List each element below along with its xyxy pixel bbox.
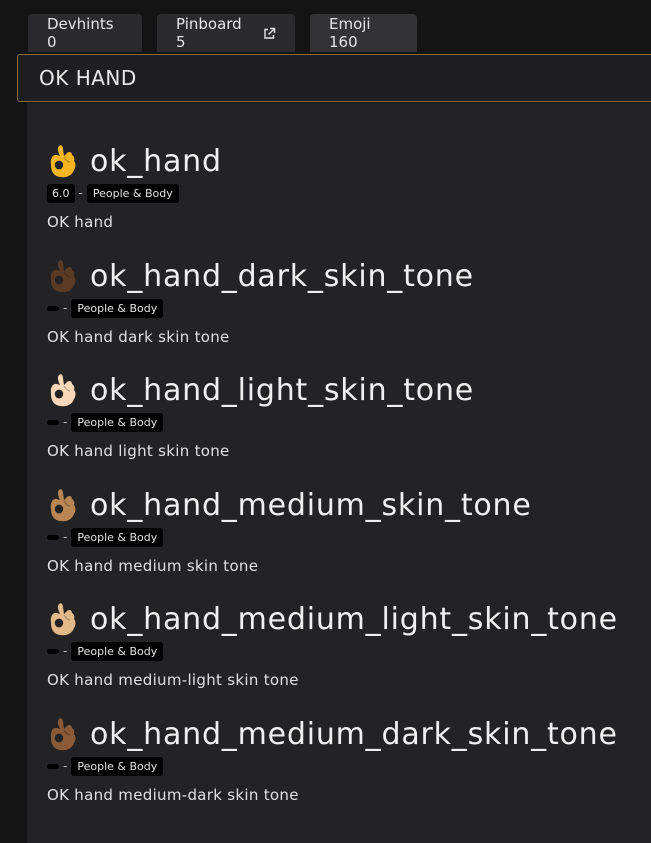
ok-hand-emoji-icon [47,258,77,294]
search-box [17,54,651,102]
category-badge: People & Body [71,641,164,661]
emoji-description: OK hand dark skin tone [47,328,230,346]
meta-separator: - [63,415,68,429]
meta-separator: - [78,186,83,200]
category-badge: People & Body [86,183,179,203]
version-badge [47,305,59,311]
emoji-description: OK hand [47,213,114,231]
source-tabs: Devhints 0 Pinboard 5 Emoji 160 [28,14,417,52]
category-badge: People & Body [71,756,164,776]
emoji-name: ok_hand_dark_skin_tone [90,258,474,294]
meta-separator: - [63,301,68,315]
ok-hand-emoji-icon [47,143,77,179]
category-badge: People & Body [71,527,164,547]
search-input[interactable] [39,66,599,90]
meta-separator: - [63,759,68,773]
emoji-name: ok_hand_medium_dark_skin_tone [90,716,618,752]
category-badge: People & Body [71,412,164,432]
version-badge: 6.0 [47,183,75,203]
emoji-name: ok_hand_light_skin_tone [90,372,475,408]
emoji-name: ok_hand [90,143,222,179]
result-title[interactable]: ok_hand_medium_light_skin_tone [47,599,618,639]
result-title[interactable]: ok_hand_light_skin_tone [47,370,474,410]
emoji-description: OK hand light skin tone [47,442,230,460]
version-badge [47,763,59,769]
result-item[interactable]: ok_hand_medium_dark_skin_tone - People &… [47,714,618,804]
version-badge [47,419,59,425]
meta-separator: - [63,530,68,544]
version-badge [47,534,59,540]
tab-devhints-label: Devhints 0 [47,15,114,51]
ok-hand-emoji-icon [47,601,77,637]
emoji-name: ok_hand_medium_light_skin_tone [90,601,618,637]
result-item[interactable]: ok_hand 6.0 - People & Body OK hand [47,141,222,231]
emoji-description: OK hand medium-dark skin tone [47,786,299,804]
ok-hand-emoji-icon [47,716,77,752]
result-meta: - People & Body [47,298,474,318]
emoji-description: OK hand medium-light skin tone [47,671,299,689]
result-meta: - People & Body [47,527,532,547]
meta-separator: - [63,644,68,658]
result-title[interactable]: ok_hand_medium_dark_skin_tone [47,714,618,754]
result-item[interactable]: ok_hand_dark_skin_tone - People & Body O… [47,256,474,346]
category-badge: People & Body [71,298,164,318]
result-title[interactable]: ok_hand [47,141,222,181]
result-item[interactable]: ok_hand_medium_light_skin_tone - People … [47,599,618,689]
tab-pinboard[interactable]: Pinboard 5 [157,14,295,52]
emoji-description: OK hand medium skin tone [47,557,259,575]
result-title[interactable]: ok_hand_medium_skin_tone [47,485,532,525]
tab-pinboard-label: Pinboard 5 [176,15,242,51]
tab-emoji-label: Emoji 160 [329,15,371,51]
external-link-icon[interactable] [263,27,276,40]
tab-devhints[interactable]: Devhints 0 [28,14,142,52]
result-meta: - People & Body [47,756,618,776]
tab-emoji[interactable]: Emoji 160 [310,14,417,52]
result-item[interactable]: ok_hand_medium_skin_tone - People & Body… [47,485,532,575]
emoji-name: ok_hand_medium_skin_tone [90,487,532,523]
result-meta: - People & Body [47,641,618,661]
ok-hand-emoji-icon [47,487,77,523]
result-meta: - People & Body [47,412,474,432]
result-item[interactable]: ok_hand_light_skin_tone - People & Body … [47,370,474,460]
version-badge [47,648,59,654]
result-title[interactable]: ok_hand_dark_skin_tone [47,256,474,296]
ok-hand-emoji-icon [47,372,77,408]
result-meta: 6.0 - People & Body [47,183,222,203]
results-list: ok_hand 6.0 - People & Body OK hand ok_h… [27,103,651,843]
